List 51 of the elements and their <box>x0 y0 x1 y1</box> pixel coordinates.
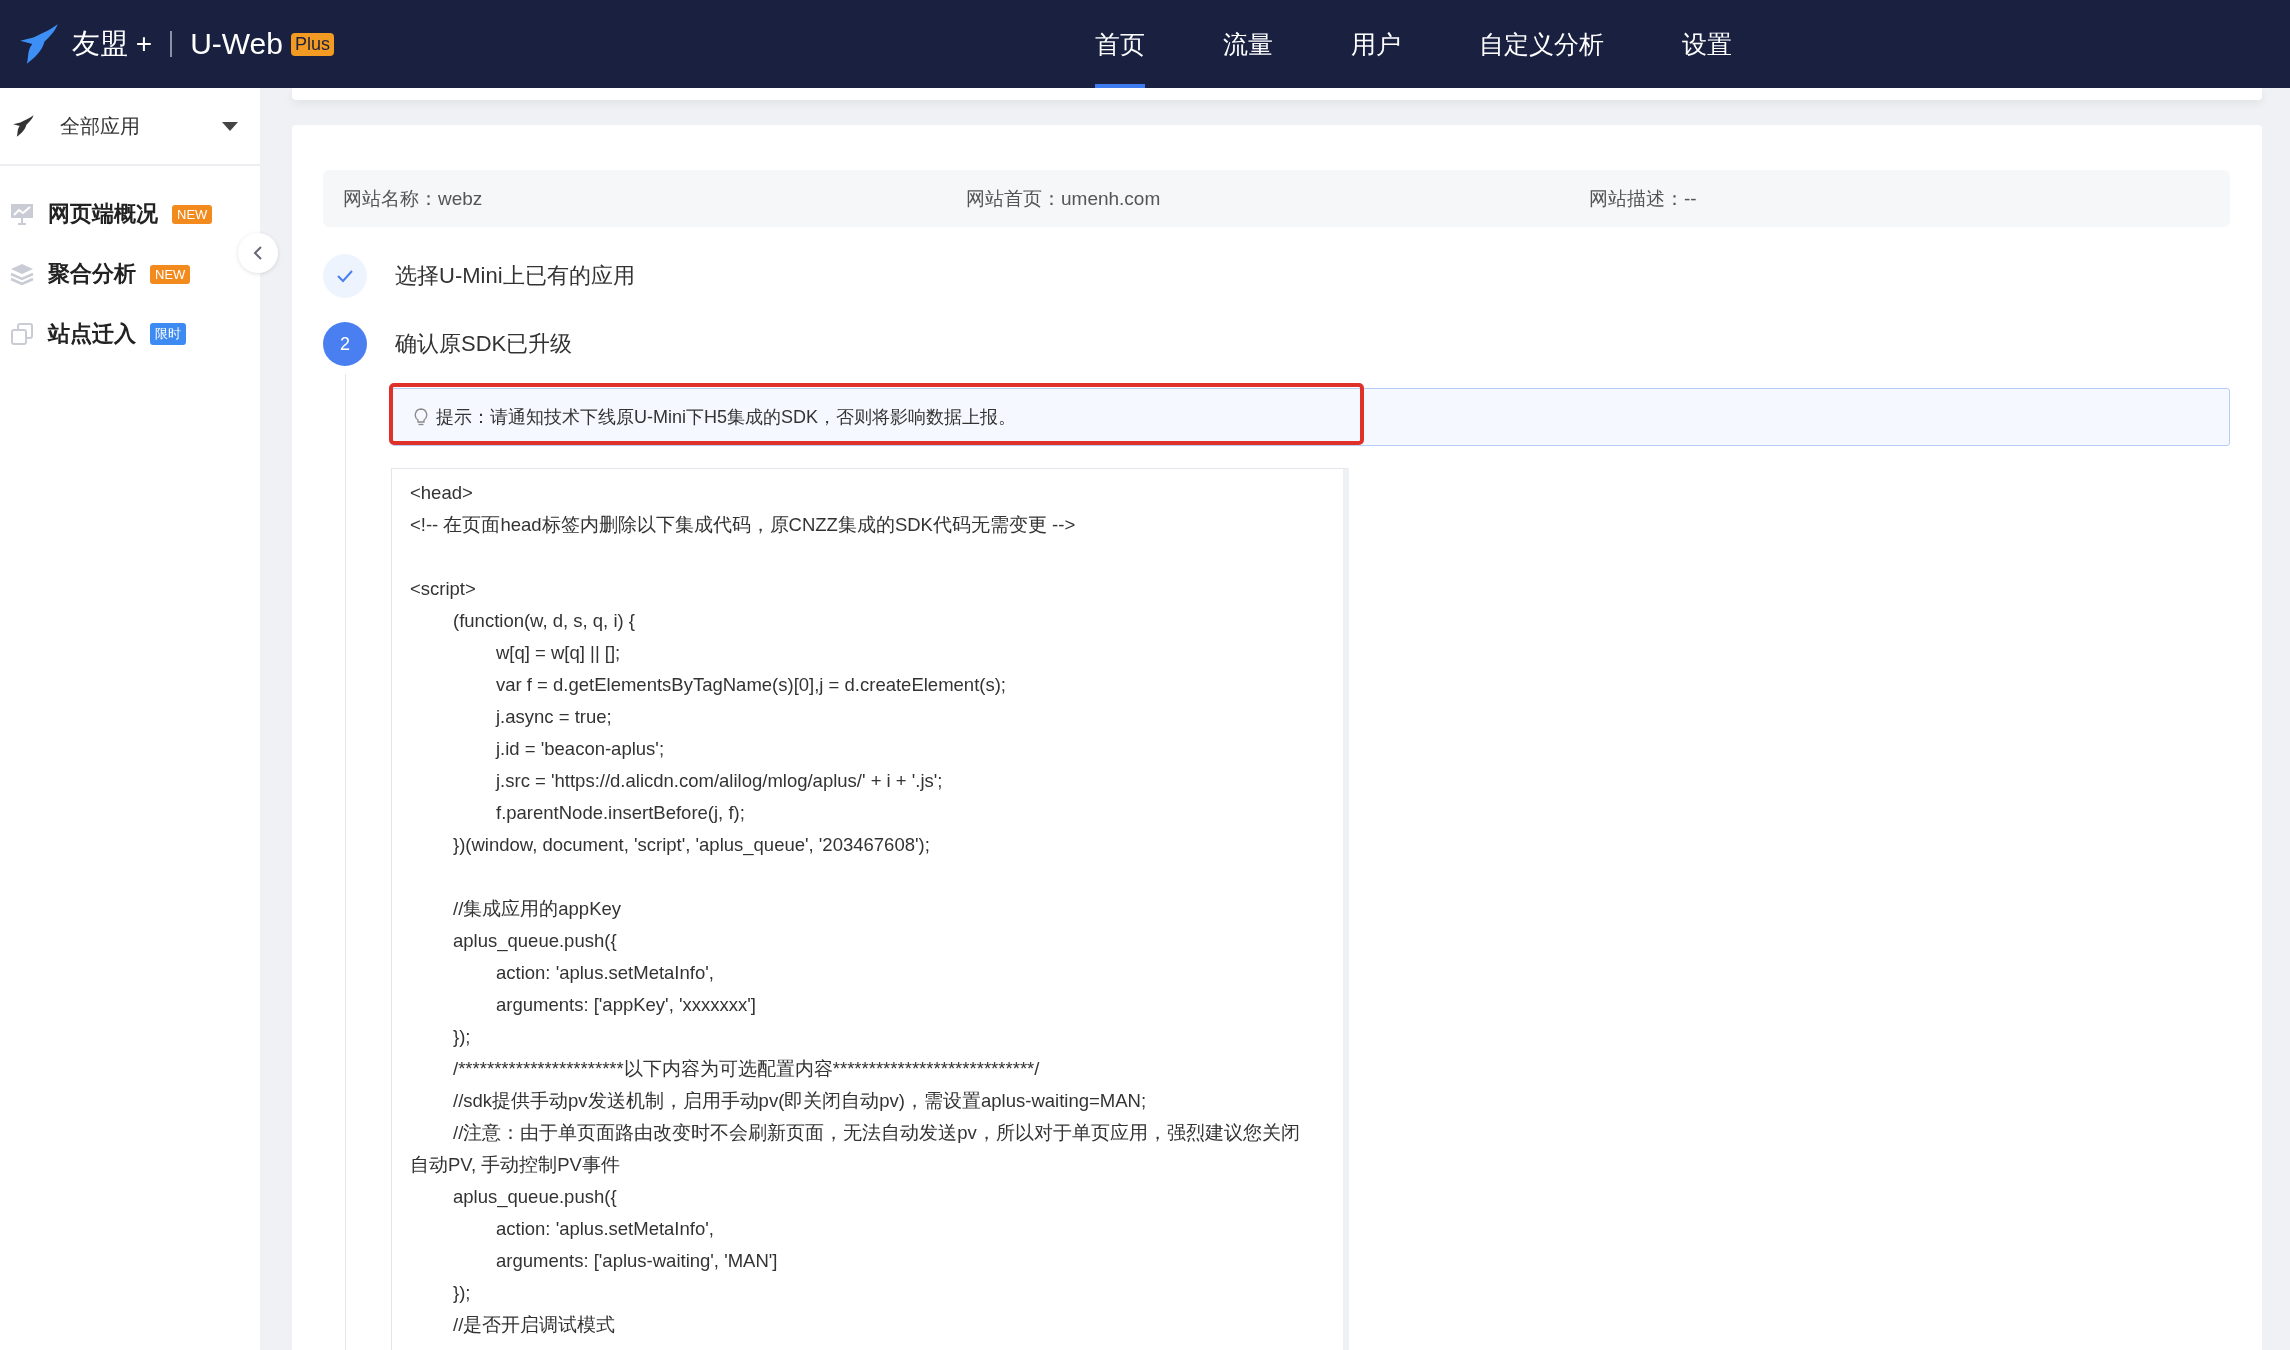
code-line: //sdk提供手动pv发送机制，启用手动pv(即关闭自动pv)，需设置aplus-waiting=MAN; <box>452 1089 1148 1113</box>
code-line: <!-- 在页面head标签内删除以下集成代码，原CNZZ集成的SDK代码无需变更 --> <box>410 513 1077 537</box>
app-icon <box>12 114 36 138</box>
code-line: f.parentNode.insertBefore(j, f); <box>495 801 746 825</box>
code-line: //是否开启调试模式 <box>452 1313 617 1337</box>
code-line: j.src = 'https://d.alicdn.com/alilog/mlog/aplus/' + i + '.js'; <box>494 769 944 793</box>
code-line: aplus_queue.push({ <box>452 1185 618 1210</box>
copy-icon <box>10 323 34 345</box>
code-line: action: 'aplus.setMetaInfo', <box>495 961 715 985</box>
tip-text: 提示：请通知技术下线原U-Mini下H5集成的SDK，否则将影响数据上报。 <box>436 406 1017 429</box>
code-line: w[q] = w[q] || []; <box>495 641 622 665</box>
code-line: <head> <box>410 481 474 505</box>
code-line: j.id = 'beacon-aplus'; <box>494 737 666 761</box>
collapse-button[interactable] <box>238 233 278 273</box>
step-title: 确认原SDK已升级 <box>395 330 573 358</box>
site-info-field: 网站首页：umenh.com <box>966 185 1589 212</box>
brand-name: 友盟 + <box>72 27 153 61</box>
code-line: var f = d.getElementsByTagName(s)[0],j = d.createElement(s); <box>495 673 1007 697</box>
code-line: arguments: ['aplus-waiting', 'MAN'] <box>495 1249 779 1273</box>
step-title: 选择U-Mini上已有的应用 <box>395 262 635 290</box>
site-info-field: 网站名称：webz <box>343 185 966 212</box>
nav-tab[interactable]: 用户 <box>1351 0 1401 88</box>
caret-icon <box>222 121 238 131</box>
code-line: /***********************以下内容为可选配置内容****************************/ <box>452 1057 1041 1081</box>
code-line: arguments: ['appKey', 'xxxxxxx'] <box>495 993 757 1017</box>
nav-tab[interactable]: 流量 <box>1223 0 1273 88</box>
code-line: //集成应用的appKey <box>452 897 623 921</box>
sidebar-badge: 限时 <box>150 323 186 345</box>
code-line: })(window, document, 'script', 'aplus_queue', '203467608'); <box>452 833 931 858</box>
lightbulb-icon <box>414 408 428 426</box>
code-line: action: 'aplus.setMetaInfo', <box>495 1217 715 1241</box>
chevron-left-icon <box>252 245 264 261</box>
nav-tab[interactable]: 设置 <box>1682 0 1732 88</box>
code-line: }); <box>452 1025 472 1049</box>
code-line: }); <box>452 1281 472 1305</box>
chart-icon <box>10 203 34 225</box>
plus-badge: Plus <box>290 32 334 56</box>
code-line: aplus_queue.push({ <box>452 929 618 954</box>
site-info-field: 网站描述：-- <box>1589 185 2212 212</box>
sidebar-badge: NEW <box>150 264 191 284</box>
product-name: U-Web <box>190 27 283 61</box>
nav-tab[interactable]: 自定义分析 <box>1479 0 1604 88</box>
code-line: (function(w, d, s, q, i) { <box>452 609 636 633</box>
sidebar-badge: NEW <box>172 204 213 224</box>
step-number: 2 <box>323 322 367 366</box>
code-line: <script> <box>410 577 477 601</box>
layers-icon <box>10 263 34 285</box>
sidebar-item[interactable]: 聚合分析 <box>48 259 136 289</box>
sidebar-item[interactable]: 网页端概况 <box>48 199 158 229</box>
sidebar-item[interactable]: 站点迁入 <box>48 319 136 349</box>
code-line: j.async = true; <box>494 705 613 729</box>
